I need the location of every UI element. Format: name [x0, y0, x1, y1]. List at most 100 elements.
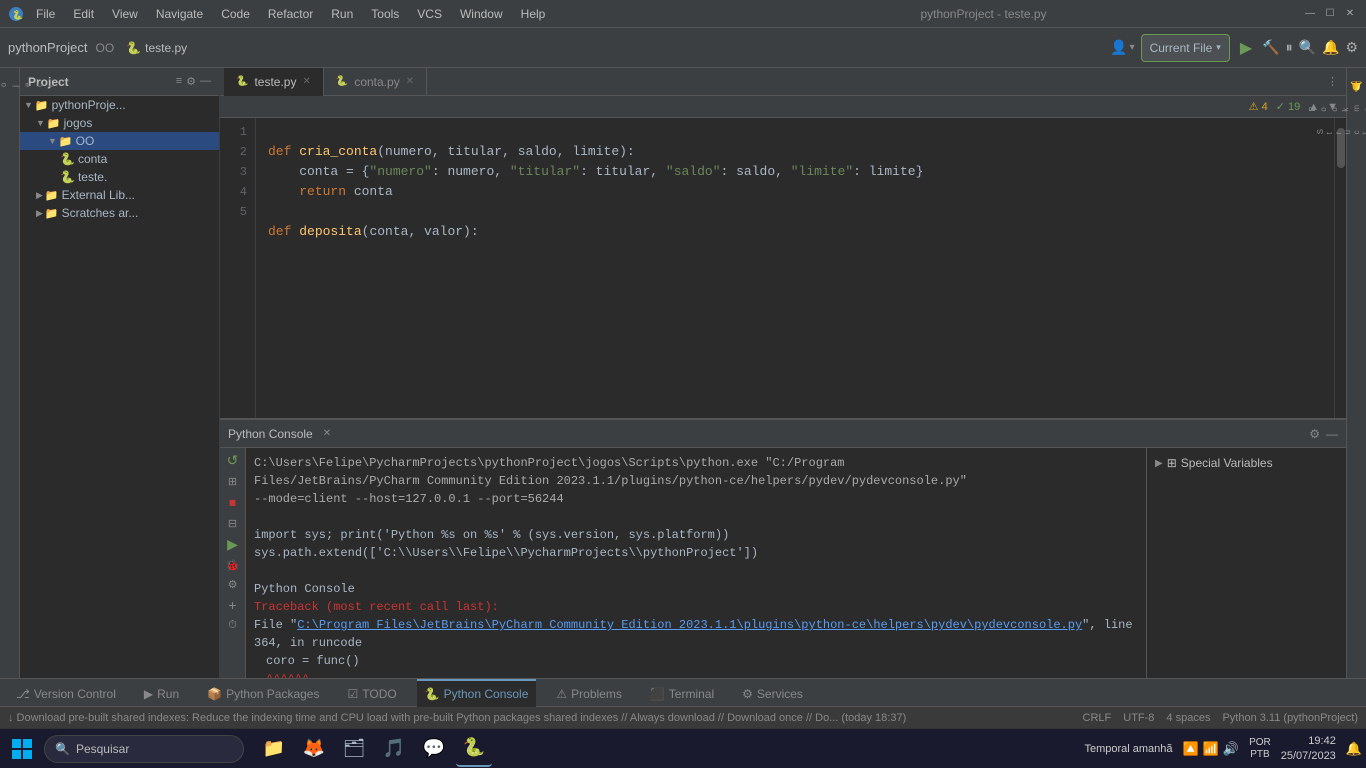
notifications-sidebar-btn[interactable]: 🔔 — [1347, 76, 1366, 96]
tab-version-control[interactable]: ⎇ Version Control — [8, 679, 124, 707]
console-output[interactable]: C:\Users\Felipe\PycharmProjects\pythonPr… — [246, 448, 1146, 678]
bookmarks-sidebar-btn[interactable]: Bookmarks — [1303, 100, 1366, 116]
menu-help[interactable]: Help — [513, 5, 554, 23]
notifications-button[interactable]: 🔔 — [1322, 39, 1339, 56]
encoding-indicator[interactable]: UTF-8 — [1123, 712, 1154, 724]
build-button[interactable]: 🔨 — [1262, 39, 1279, 56]
tab-python-packages[interactable]: 📦 Python Packages — [199, 679, 327, 707]
line-numbers: 1 2 3 4 5 — [220, 118, 256, 418]
notification-bell[interactable]: 🔔 — [1346, 741, 1362, 757]
todo-label: TODO — [362, 687, 396, 701]
taskbar-pycharm-btn[interactable]: 🐍 — [456, 731, 492, 767]
tree-item-oo[interactable]: ▼ 📁 OO — [20, 132, 219, 150]
tab-todo[interactable]: ☑ TODO — [339, 679, 404, 707]
menu-code[interactable]: Code — [213, 5, 258, 23]
tab-teste-py[interactable]: 🐍 teste.py ✕ — [224, 68, 324, 96]
ext-folder-icon: 📁 — [45, 189, 59, 202]
special-variables-section[interactable]: ▶ ⊞ Special Variables — [1151, 452, 1342, 474]
menu-file[interactable]: File — [28, 5, 63, 23]
main-layout: ◁Project Project ≡ ⚙ — ▼ 📁 pythonProje..… — [0, 68, 1366, 678]
console-debug-btn[interactable]: 🐞 — [226, 559, 240, 572]
tree-root[interactable]: ▼ 📁 pythonProje... — [20, 96, 219, 114]
maximize-button[interactable]: ☐ — [1322, 6, 1338, 22]
menu-view[interactable]: View — [104, 5, 146, 23]
console-caret-line: ^^^^^^ — [266, 670, 1138, 678]
clock-time: 19:42 — [1281, 734, 1336, 748]
start-button[interactable] — [4, 731, 40, 767]
code-content[interactable]: def cria_conta(numero, titular, saldo, l… — [256, 118, 1334, 418]
chevron-icon[interactable]: 🔼 — [1183, 741, 1199, 757]
console-settings2-btn[interactable]: ⚙ — [228, 578, 238, 591]
structure-sidebar-btn[interactable]: Structure — [1312, 124, 1366, 138]
console-filter-btn[interactable]: ⊟ — [228, 517, 237, 530]
status-right: CRLF UTF-8 4 spaces Python 3.11 (pythonP… — [1083, 712, 1358, 724]
tree-item-teste[interactable]: 🐍 teste. — [20, 168, 219, 186]
taskbar-files-btn[interactable]: 🗂 — [336, 731, 372, 767]
python-version-indicator[interactable]: Python 3.11 (pythonProject) — [1222, 712, 1358, 724]
tree-arrow-oo: ▼ — [48, 136, 57, 146]
project-sidebar-icon[interactable]: ◁Project — [0, 72, 62, 91]
tab-terminal[interactable]: ⬛ Terminal — [642, 679, 722, 707]
tree-item-scratches[interactable]: ▶ 📁 Scratches ar... — [20, 204, 219, 222]
taskbar-explorer-btn[interactable]: 📁 — [256, 731, 292, 767]
run-button[interactable]: ▶ — [1236, 34, 1256, 62]
toolbar-right: 👤 ▾ Current File ▾ ▶ 🔨 ⏸ 🔍 🔔 ⚙ — [1110, 34, 1358, 62]
console-command-line2: Files/JetBrains/PyCharm Community Editio… — [254, 472, 1138, 490]
settings-button[interactable]: ⚙ — [1345, 39, 1358, 56]
language-indicator[interactable]: PORPTB — [1249, 737, 1271, 761]
panel-gear-icon[interactable]: ⚙ — [186, 75, 196, 88]
menu-navigate[interactable]: Navigate — [148, 5, 211, 23]
vc-label: Version Control — [34, 687, 116, 701]
menu-tools[interactable]: Tools — [363, 5, 407, 23]
menu-edit[interactable]: Edit — [65, 5, 102, 23]
console-rerun-btn[interactable]: ↺ — [227, 452, 239, 469]
network-icon[interactable]: 📶 — [1203, 741, 1219, 757]
tree-item-jogos[interactable]: ▼ 📁 jogos — [20, 114, 219, 132]
oo-label: OO — [76, 134, 95, 148]
tab-python-console[interactable]: 🐍 Python Console — [417, 679, 537, 707]
console-minimize-btn[interactable]: — — [1326, 427, 1338, 441]
tab-problems[interactable]: ⚠ Problems — [548, 679, 629, 707]
root-folder-icon: 📁 — [35, 99, 49, 112]
taskbar-firefox-btn[interactable]: 🦊 — [296, 731, 332, 767]
console-clock-btn[interactable]: ⏱ — [228, 619, 237, 632]
stop-button[interactable]: ⏸ — [1286, 39, 1293, 56]
tab-teste-close[interactable]: ✕ — [302, 76, 310, 87]
console-layout-btn[interactable]: ⊞ — [228, 475, 237, 488]
menu-vcs[interactable]: VCS — [409, 5, 450, 23]
vars-icon: ⊞ — [1167, 456, 1177, 470]
taskbar-whatsapp-btn[interactable]: 💬 — [416, 731, 452, 767]
tab-run[interactable]: ▶ Run — [136, 679, 187, 707]
line-ending-indicator[interactable]: CRLF — [1083, 712, 1112, 724]
audio-icon[interactable]: 🔊 — [1223, 741, 1239, 757]
taskbar-spotify-btn[interactable]: 🎵 — [376, 731, 412, 767]
indent-indicator[interactable]: 4 spaces — [1166, 712, 1210, 724]
console-tab-close[interactable]: ✕ — [323, 428, 331, 439]
profile-button[interactable]: 👤 ▾ — [1110, 39, 1134, 56]
console-add-btn[interactable]: + — [228, 597, 236, 613]
tab-conta-py[interactable]: 🐍 conta.py ✕ — [324, 68, 427, 96]
editor-scrollbar[interactable] — [1334, 118, 1346, 418]
tab-conta-close[interactable]: ✕ — [406, 76, 414, 87]
taskbar-search[interactable]: 🔍 Pesquisar — [44, 735, 244, 763]
menu-run[interactable]: Run — [323, 5, 361, 23]
panel-collapse-icon[interactable]: ≡ — [176, 75, 182, 88]
panel-minimize-icon[interactable]: — — [200, 75, 211, 88]
minimize-button[interactable]: — — [1302, 6, 1318, 22]
close-button[interactable]: ✕ — [1342, 6, 1358, 22]
console-settings-btn[interactable]: ⚙ — [1309, 427, 1320, 441]
search-button[interactable]: 🔍 — [1299, 39, 1316, 56]
menu-window[interactable]: Window — [452, 5, 511, 23]
current-file-button[interactable]: Current File ▾ — [1141, 34, 1230, 62]
code-editor[interactable]: 1 2 3 4 5 def cria_conta(numero, titular… — [220, 118, 1346, 418]
console-run-btn[interactable]: ▶ — [227, 536, 238, 553]
tab-services[interactable]: ⚙ Services — [734, 679, 811, 707]
console-stop-btn[interactable]: ⏹ — [229, 494, 236, 511]
console-file1-link[interactable]: C:\Program Files\JetBrains\PyCharm Commu… — [297, 618, 1082, 632]
packages-icon: 📦 — [207, 687, 222, 701]
tab-overflow-button[interactable]: ⋮ — [1327, 75, 1338, 88]
tree-item-external-lib[interactable]: ▶ 📁 External Lib... — [20, 186, 219, 204]
vc-icon: ⎇ — [16, 687, 30, 701]
tree-item-conta[interactable]: 🐍 conta — [20, 150, 219, 168]
menu-refactor[interactable]: Refactor — [260, 5, 321, 23]
